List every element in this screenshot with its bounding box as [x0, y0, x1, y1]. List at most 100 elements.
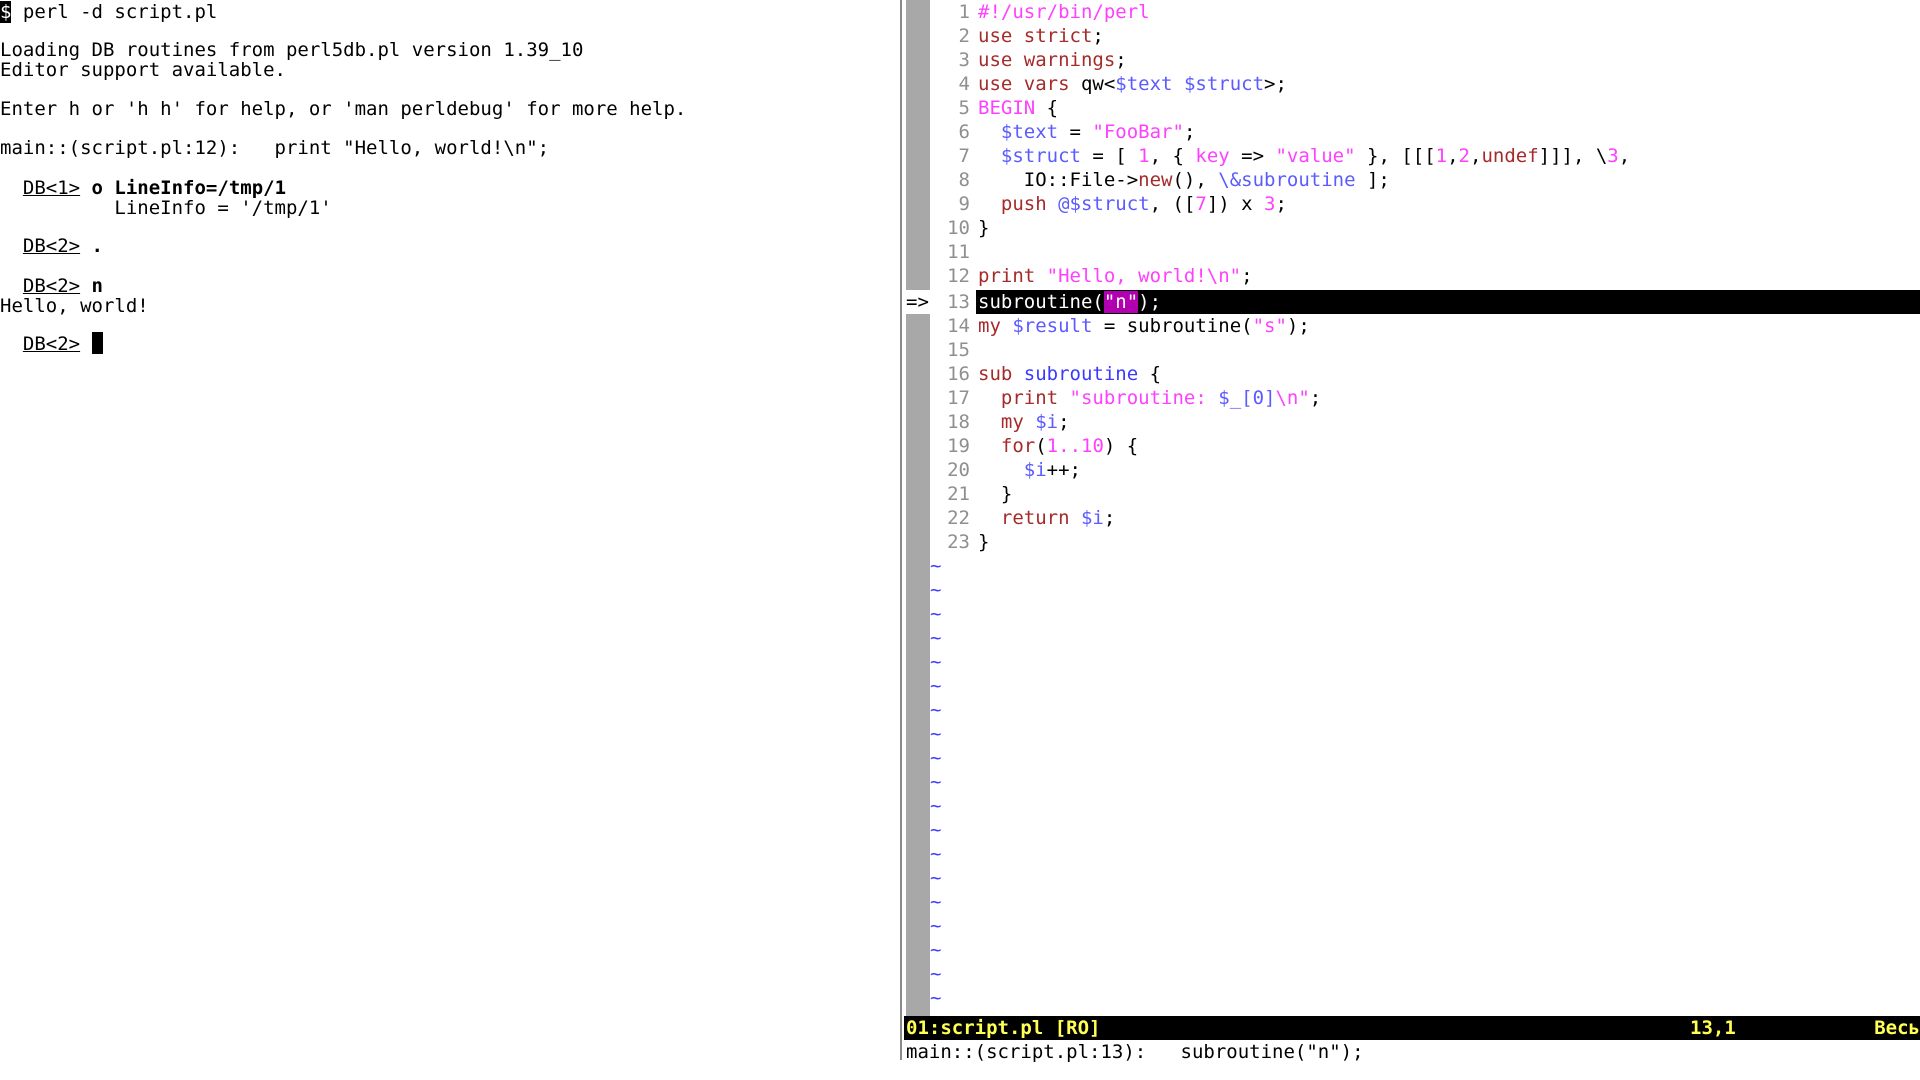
vim-command-line[interactable]: main::(script.pl:13): subroutine("n"); [906, 1040, 1364, 1064]
code-line[interactable]: 15 [930, 338, 1920, 362]
line-number: 19 [947, 435, 970, 457]
string: "s" [1252, 315, 1287, 337]
code-text: BEGIN { [978, 96, 1058, 120]
code-line[interactable]: 16 sub subroutine { [930, 362, 1920, 386]
line-number: 10 [947, 217, 970, 239]
punct: { [1035, 97, 1059, 119]
plain: ]) x [1206, 193, 1265, 215]
help-message: Enter h or 'h h' for help, or 'man perld… [0, 98, 687, 120]
number: 2 [1458, 145, 1470, 167]
string: "n" [1103, 291, 1139, 313]
code-text: $text = "FooBar"; [978, 120, 1196, 144]
punct: ; [1092, 25, 1104, 47]
string: "FooBar" [1092, 121, 1184, 143]
code-line[interactable]: 12 print "Hello, world!\n"; [930, 264, 1920, 288]
code-line[interactable]: 11 [930, 240, 1920, 264]
code-text: for(1..10) { [978, 434, 1138, 458]
db-command: . [91, 235, 103, 257]
line-number: 13 [947, 291, 970, 313]
code-line[interactable]: 6 $text = "FooBar"; [930, 120, 1920, 144]
tilde-marker: ~ [930, 747, 942, 769]
line-number: 5 [958, 97, 970, 119]
plain: subroutine( [978, 291, 1104, 313]
lineinfo-output: LineInfo = '/tmp/1' [0, 197, 332, 219]
plain [1172, 73, 1183, 95]
vim-status-line: 01:script.pl [RO] 13,1 Весь [904, 1016, 1920, 1040]
number: 1 [1046, 435, 1059, 457]
punct: ; [1241, 265, 1253, 287]
string: "subroutine: [1069, 387, 1219, 409]
code-line[interactable]: 23} [930, 530, 1920, 554]
punct: >; [1264, 73, 1287, 95]
terminal-pane[interactable]: $ perl -d script.pl Loading DB routines … [0, 0, 900, 1080]
line-number: 17 [947, 387, 970, 409]
status-scroll-indicator: Весь [1874, 1017, 1920, 1039]
variable: $_[0] [1218, 387, 1276, 409]
code-text: } [978, 217, 990, 239]
code-text: use strict; [978, 24, 1104, 48]
keyword: new [1138, 169, 1173, 191]
keyword: my [978, 315, 1001, 337]
plain: IO::File-> [978, 169, 1139, 191]
code-line[interactable]: 7 $struct = [ 1, { key => "value" }, [[[… [930, 144, 1920, 168]
code-line[interactable]: 9 push @$struct, ([7]) x 3; [930, 192, 1920, 216]
punct: ; [1183, 121, 1196, 143]
line-number: 12 [947, 265, 970, 287]
debugger-input-line[interactable]: DB<2> [0, 332, 103, 356]
code-line[interactable]: 2 use strict; [930, 24, 1920, 48]
tilde-marker: ~ [930, 795, 942, 817]
line-number: 16 [947, 363, 970, 385]
code-line[interactable]: 17 print "subroutine: $_[0]\n"; [930, 386, 1920, 410]
tilde-marker: ~ [930, 819, 942, 841]
vim-pane[interactable]: => 1 #!/usr/bin/perl 2 use strict; 3 use wa… [904, 0, 1920, 1080]
code-text: print "subroutine: $_[0]\n"; [978, 386, 1321, 410]
code-line[interactable]: 20 $i++; [930, 458, 1920, 482]
number: 7 [1195, 193, 1207, 215]
tilde-marker: ~ [930, 963, 942, 985]
code-line[interactable]: 4 use vars qw<$text $struct>; [930, 72, 1920, 96]
keyword: BEGIN [978, 97, 1036, 119]
code-text: } [978, 531, 990, 553]
code-line[interactable]: 19 for(1..10) { [930, 434, 1920, 458]
code-line-current[interactable]: 13 subroutine("n"); [930, 290, 1920, 314]
plain: ( [1035, 435, 1047, 457]
code-text: push @$struct, ([7]) x 3; [978, 192, 1287, 216]
keyword: my [1000, 411, 1024, 433]
tilde-marker: ~ [930, 579, 942, 601]
pane-divider[interactable] [900, 0, 902, 1060]
punct: ); [1286, 315, 1310, 337]
status-cursor-position: 13,1 [1690, 1017, 1736, 1039]
keyword: sub [978, 363, 1013, 385]
code-line[interactable]: 14 my $result = subroutine("s"); [930, 314, 1920, 338]
code-line[interactable]: 8 IO::File->new(), \&subroutine ]; [930, 168, 1920, 192]
line-number: 18 [947, 411, 970, 433]
editor-support-message: Editor support available. [0, 59, 286, 81]
variable: @$struct [1058, 193, 1150, 215]
code-line[interactable]: 18 my $i; [930, 410, 1920, 434]
code-line[interactable]: 10} [930, 216, 1920, 240]
tilde-marker: ~ [930, 555, 942, 577]
plain: , { [1149, 145, 1196, 167]
punct: , [1618, 145, 1631, 167]
line-number: 8 [958, 169, 970, 191]
code-line[interactable]: 21 } [930, 482, 1920, 506]
variable: $i [1035, 411, 1059, 433]
punct: ++; [1046, 459, 1081, 481]
tilde-marker: ~ [930, 915, 942, 937]
code-line[interactable]: 22 return $i; [930, 506, 1920, 530]
code-line[interactable]: 3 use warnings; [930, 48, 1920, 72]
tilde-marker: ~ [930, 891, 942, 913]
number: 3 [1264, 193, 1276, 215]
variable: $result [1012, 315, 1093, 337]
code-line[interactable]: 1 #!/usr/bin/perl [930, 0, 1920, 24]
code-line[interactable]: 5 BEGIN { [930, 96, 1920, 120]
variable: $struct [1000, 145, 1081, 167]
line-number: 3 [958, 49, 970, 71]
code-text: use vars qw<$text $struct>; [978, 72, 1287, 96]
code-text: sub subroutine { [978, 362, 1161, 386]
shebang: #!/usr/bin/perl [978, 1, 1150, 23]
code-text: } [978, 483, 1013, 505]
